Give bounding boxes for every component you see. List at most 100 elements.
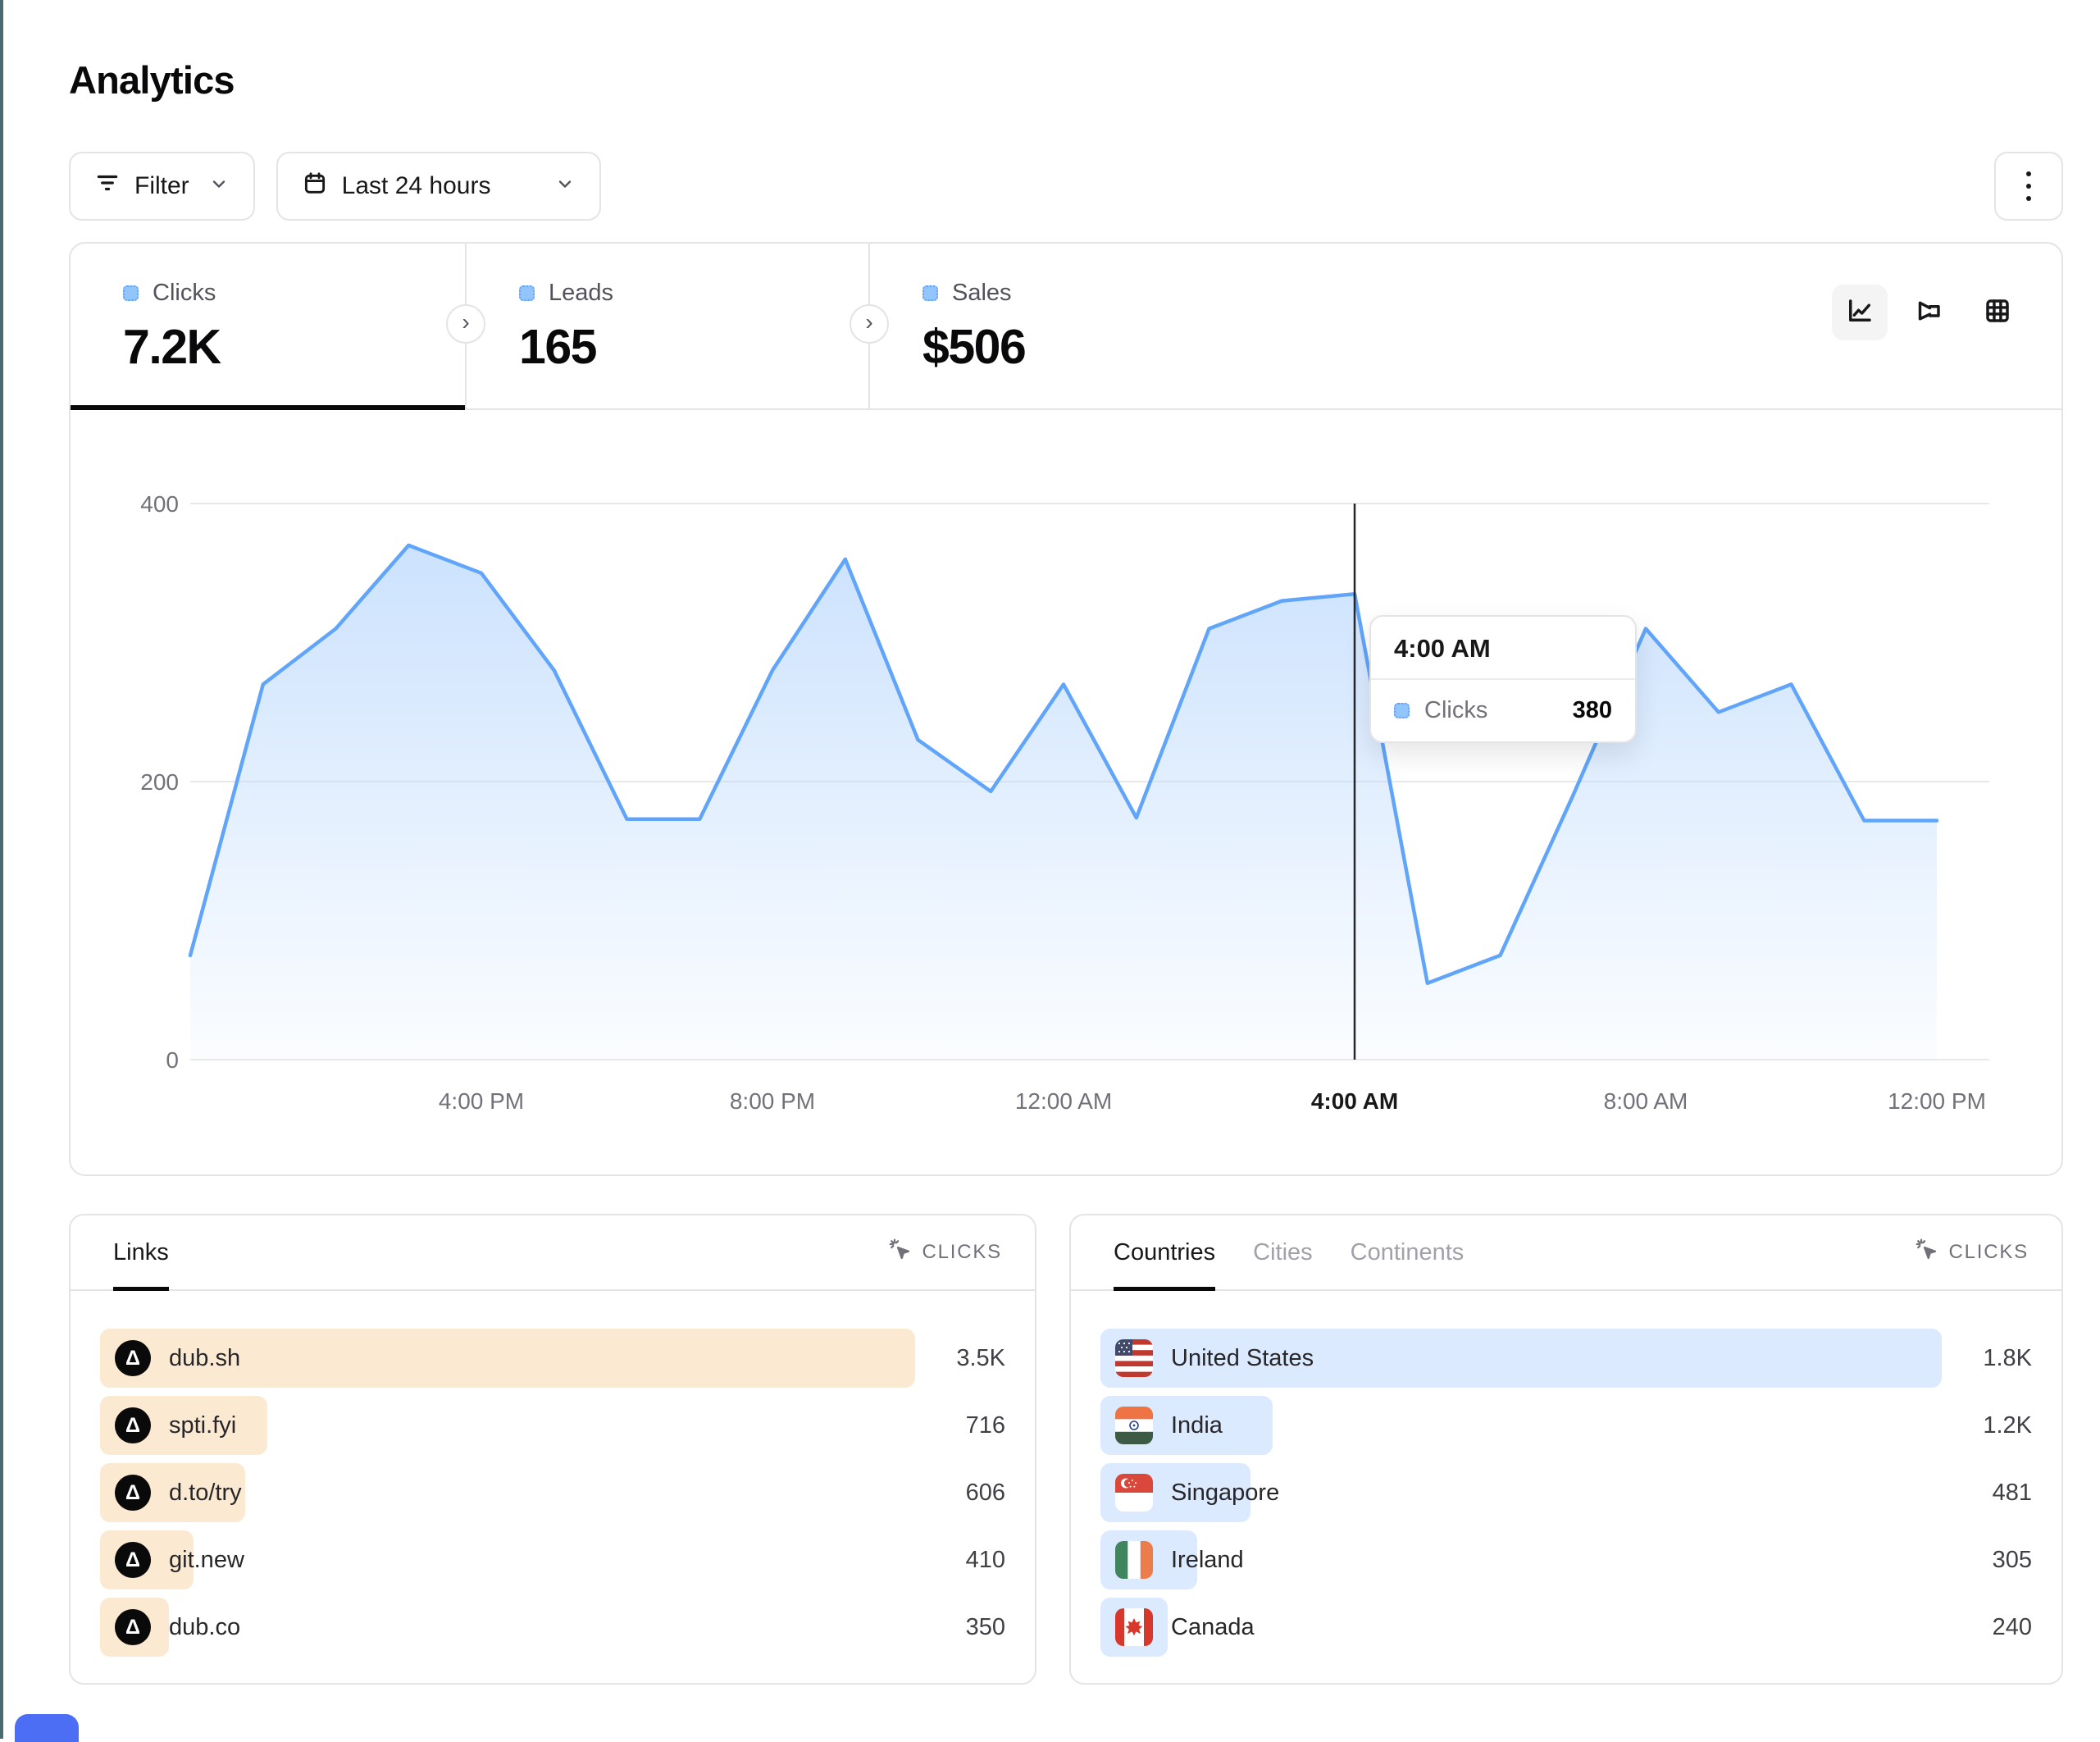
- bar-track: Singapore: [1100, 1463, 1942, 1522]
- row-label: India: [1171, 1412, 1223, 1439]
- stat-label: Leads: [549, 280, 613, 307]
- chart-canvas[interactable]: 02004004:00 PM8:00 PM12:00 AM4:00 AM8:00…: [71, 412, 2061, 1176]
- country-row[interactable]: India 1.2K: [1100, 1396, 2032, 1455]
- metric-label: CLICKS: [922, 1241, 1003, 1264]
- link-row[interactable]: Δd.to/try606: [100, 1463, 1005, 1522]
- stat-tabs: Clicks 7.2K › Leads 165 › Sales $506: [71, 244, 2061, 410]
- bar-track: Δd.to/try: [100, 1463, 915, 1522]
- leads-legend-swatch: [519, 285, 535, 301]
- bar-track: Δdub.co: [100, 1598, 915, 1657]
- chat-widget[interactable]: [15, 1714, 79, 1742]
- country-row[interactable]: Canada 240: [1100, 1598, 2032, 1657]
- row-value: 1.2K: [1942, 1412, 2032, 1439]
- row-content: Δdub.sh: [100, 1329, 915, 1388]
- line-chart-icon: [1845, 296, 1875, 330]
- row-value: 240: [1942, 1614, 2032, 1641]
- filter-icon: [95, 171, 120, 202]
- ca-flag: [1115, 1608, 1153, 1646]
- tooltip-series-label: Clicks: [1424, 697, 1558, 724]
- us-flag: [1115, 1339, 1153, 1377]
- svg-text:200: 200: [140, 769, 179, 795]
- country-row[interactable]: United States 1.8K: [1100, 1329, 2032, 1388]
- geo-metric-selector[interactable]: CLICKS: [1916, 1238, 2029, 1267]
- row-content: India: [1100, 1396, 1942, 1455]
- geo-panel: Countries Cities Continents CLICKS Unite…: [1069, 1214, 2063, 1685]
- funnel-view-button[interactable]: [1901, 285, 1957, 340]
- countries-list: United States 1.8K India 1.2K Singapore481 Ir…: [1071, 1291, 2061, 1657]
- row-label: spti.fyi: [169, 1412, 236, 1439]
- row-content: Canada: [1100, 1598, 1942, 1657]
- page-title: Analytics: [69, 57, 235, 103]
- date-range-label: Last 24 hours: [342, 172, 491, 200]
- stat-value: 165: [519, 319, 868, 375]
- svg-text:8:00 PM: 8:00 PM: [730, 1088, 815, 1114]
- row-content: Δdub.co: [100, 1598, 915, 1657]
- link-row[interactable]: Δspti.fyi716: [100, 1396, 1005, 1455]
- tab-countries[interactable]: Countries: [1114, 1215, 1215, 1289]
- bar-track: India: [1100, 1396, 1942, 1455]
- clicks-area-chart[interactable]: 02004004:00 PM8:00 PM12:00 AM4:00 AM8:00…: [71, 412, 2061, 1176]
- bar-track: Δspti.fyi: [100, 1396, 915, 1455]
- table-view-button[interactable]: [1970, 285, 2025, 340]
- clicks-legend-swatch: [123, 285, 139, 301]
- row-value: 1.8K: [1942, 1345, 2032, 1372]
- row-label: Canada: [1171, 1614, 1255, 1641]
- calendar-icon: [303, 171, 327, 202]
- bar-track: United States: [1100, 1329, 1942, 1388]
- row-content: United States: [1100, 1329, 1942, 1388]
- dub-logo: Δ: [115, 1542, 151, 1578]
- svg-text:4:00 AM: 4:00 AM: [1311, 1088, 1398, 1114]
- tab-label: Cities: [1253, 1239, 1313, 1266]
- stat-tab-clicks[interactable]: Clicks 7.2K: [71, 244, 465, 408]
- bar-track: Canada: [1100, 1598, 1942, 1657]
- stat-value: 7.2K: [123, 319, 465, 375]
- stat-tab-leads[interactable]: Leads 165: [467, 244, 868, 408]
- svg-text:12:00 AM: 12:00 AM: [1015, 1088, 1112, 1114]
- link-row[interactable]: Δgit.new410: [100, 1530, 1005, 1589]
- row-value: 716: [915, 1412, 1005, 1439]
- row-label: Ireland: [1171, 1547, 1244, 1574]
- row-label: dub.sh: [169, 1345, 240, 1372]
- svg-text:0: 0: [166, 1047, 179, 1073]
- row-value: 410: [915, 1547, 1005, 1574]
- cursor-click-icon: [889, 1238, 912, 1267]
- metric-label: CLICKS: [1949, 1241, 2029, 1264]
- clicks-legend-swatch: [1394, 703, 1410, 718]
- chevron-down-icon: [555, 172, 575, 200]
- date-range-button[interactable]: Last 24 hours: [276, 152, 601, 221]
- row-content: Δd.to/try: [100, 1463, 915, 1522]
- stat-label: Sales: [952, 280, 1012, 307]
- row-content: Δgit.new: [100, 1530, 915, 1589]
- kebab-menu-icon: [2026, 171, 2031, 201]
- chart-tooltip: 4:00 AM Clicks 380: [1369, 615, 1637, 743]
- sales-legend-swatch: [922, 285, 938, 301]
- country-row[interactable]: Ireland305: [1100, 1530, 2032, 1589]
- filter-button-label: Filter: [134, 172, 189, 200]
- grid-icon: [1983, 296, 2012, 330]
- dub-logo: Δ: [115, 1475, 151, 1511]
- more-options-button[interactable]: [1994, 152, 2063, 221]
- tab-links[interactable]: Links: [113, 1215, 169, 1289]
- link-row[interactable]: Δdub.co350: [100, 1598, 1005, 1657]
- ie-flag: [1115, 1541, 1153, 1579]
- sg-flag: [1115, 1474, 1153, 1512]
- link-row[interactable]: Δdub.sh3.5K: [100, 1329, 1005, 1388]
- chart-view-switcher: [1832, 285, 2025, 340]
- toolbar-left: Filter Last 24 hours: [69, 152, 601, 221]
- tab-continents[interactable]: Continents: [1351, 1215, 1465, 1289]
- stat-label: Clicks: [153, 280, 216, 307]
- svg-text:12:00 PM: 12:00 PM: [1888, 1088, 1986, 1114]
- cursor-click-icon: [1916, 1238, 1938, 1267]
- row-content: Singapore: [1100, 1463, 1942, 1522]
- dub-logo: Δ: [115, 1340, 151, 1376]
- filter-button[interactable]: Filter: [69, 152, 255, 221]
- bar-track: Ireland: [1100, 1530, 1942, 1589]
- tab-cities[interactable]: Cities: [1253, 1215, 1313, 1289]
- window-edge: [0, 0, 3, 1739]
- line-chart-view-button[interactable]: [1832, 285, 1888, 340]
- country-row[interactable]: Singapore481: [1100, 1463, 2032, 1522]
- row-content: Δspti.fyi: [100, 1396, 915, 1455]
- row-label: United States: [1171, 1345, 1314, 1372]
- links-panel: Links CLICKS Δdub.sh3.5KΔspti.fyi716Δd.t…: [69, 1214, 1036, 1685]
- links-metric-selector[interactable]: CLICKS: [889, 1238, 1003, 1267]
